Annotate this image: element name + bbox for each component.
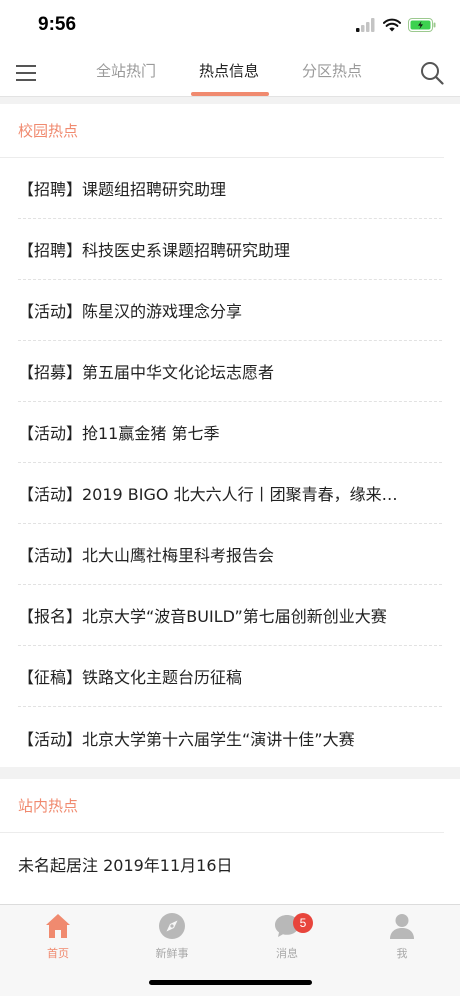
campus-hot-section: 校园热点 【招聘】课题组招聘研究助理【招聘】科技医史系课题招聘研究助理 【活动】陈… [0, 104, 460, 767]
tabbar-label-home: 首页 [47, 947, 69, 960]
tabbar-label-me: 我 [396, 947, 408, 960]
list-item-title: 【报名】北京大学“波音BUILD”第七届创新创业大赛 [18, 607, 387, 626]
profile-icon [390, 914, 414, 939]
campus-hot-list: 【招聘】课题组招聘研究助理【招聘】科技医史系课题招聘研究助理 【活动】陈星汉的游戏… [0, 158, 460, 768]
tab-hot-info[interactable]: 热点信息 [199, 60, 259, 81]
tab-zone-hot[interactable]: 分区热点 [302, 60, 362, 81]
menu-icon[interactable] [15, 62, 37, 84]
tabbar-item-home[interactable]: 首页 [18, 911, 98, 967]
status-icons [356, 16, 436, 34]
battery-icon [408, 18, 436, 32]
site-hot-list: 未名起居注 2019年11月16日 [0, 833, 460, 894]
signal-icon [356, 18, 375, 32]
tabbar-label-messages: 消息 [276, 947, 298, 960]
active-tab-indicator [191, 92, 269, 96]
list-item-title: 【活动】抢11赢金猪 第七季 [18, 424, 220, 443]
list-item[interactable]: 【招聘】科技医史系课题招聘研究助理 [18, 219, 442, 280]
list-item-title: 【招募】第五届中华文化论坛志愿者 [18, 363, 275, 382]
section-title-campus: 校园热点 [0, 104, 444, 158]
status-bar: 9:56 [0, 0, 460, 50]
list-item[interactable]: 【招聘】课题组招聘研究助理 [18, 158, 442, 219]
home-icon [46, 914, 70, 938]
tabbar-item-me[interactable]: 我 [362, 911, 442, 967]
list-item[interactable]: 【报名】北京大学“波音BUILD”第七届创新创业大赛 [18, 585, 442, 646]
wifi-icon [383, 18, 401, 32]
search-icon[interactable] [420, 61, 444, 85]
list-item[interactable]: 【活动】陈星汉的游戏理念分享 [18, 280, 442, 341]
list-item[interactable]: 【征稿】铁路文化主题台历征稿 [18, 646, 442, 707]
tabbar-item-messages[interactable]: 消息 5 [247, 911, 327, 967]
compass-icon [159, 913, 185, 939]
list-item[interactable]: 未名起居注 2019年11月16日 [18, 833, 442, 894]
list-item-title: 【活动】北大山鹰社梅里科考报告会 [18, 546, 275, 565]
status-time: 9:56 [38, 14, 77, 35]
tabbar-item-news[interactable]: 新鲜事 [132, 911, 212, 967]
list-item-title: 【招聘】科技医史系课题招聘研究助理 [18, 241, 291, 260]
home-indicator [149, 980, 312, 985]
list-item-title: 【招聘】课题组招聘研究助理 [18, 180, 227, 199]
list-item[interactable]: 【活动】抢11赢金猪 第七季 [18, 402, 442, 463]
tabbar-label-news: 新鲜事 [155, 947, 189, 960]
site-hot-section: 站内热点 未名起居注 2019年11月16日 [0, 779, 460, 904]
list-item-title: 【活动】北京大学第十六届学生“演讲十佳”大赛 [18, 729, 355, 749]
list-item[interactable]: 【招募】第五届中华文化论坛志愿者 [18, 341, 442, 402]
list-item-title: 【活动】陈星汉的游戏理念分享 [18, 302, 243, 321]
tab-site-hot[interactable]: 全站热门 [96, 60, 156, 81]
list-item-title: 未名起居注 2019年11月16日 [18, 855, 233, 875]
list-item[interactable]: 【活动】2019 BIGO 北大六人行丨团聚青春，缘来… [18, 463, 442, 524]
list-item[interactable]: 【活动】北大山鹰社梅里科考报告会 [18, 524, 442, 585]
list-item-title: 【活动】2019 BIGO 北大六人行丨团聚青春，缘来… [18, 485, 398, 504]
section-title-site: 站内热点 [0, 779, 444, 833]
list-item-title: 【征稿】铁路文化主题台历征稿 [18, 668, 243, 687]
unread-badge: 5 [293, 913, 313, 933]
top-nav-bar: 全站热门 热点信息 分区热点 [0, 50, 460, 97]
list-item[interactable]: 【活动】北京大学第十六届学生“演讲十佳”大赛 [18, 707, 442, 768]
